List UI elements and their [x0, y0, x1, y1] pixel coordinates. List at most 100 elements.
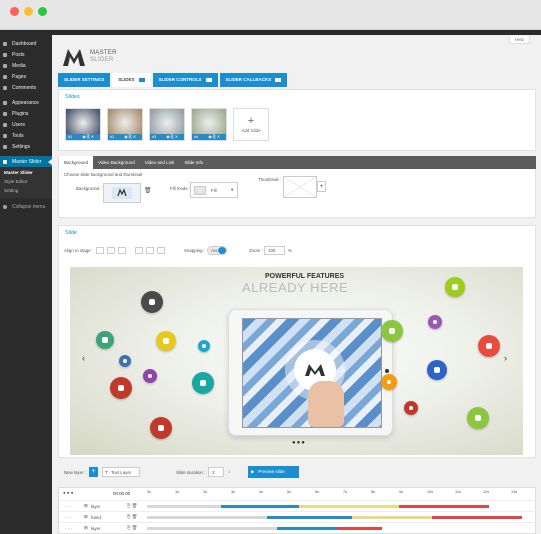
sidebar-item-appearance[interactable]: Appearance: [0, 97, 52, 108]
preview-slide-button[interactable]: ▶ Preview slide: [248, 466, 299, 478]
duration-input[interactable]: 3: [208, 467, 224, 477]
check-icon[interactable]: [110, 377, 132, 399]
drop-icon[interactable]: [192, 372, 214, 394]
layer-timing-bar[interactable]: [352, 516, 432, 519]
subtab-slide-info[interactable]: Slide Info: [179, 156, 208, 169]
slide-thumbnail[interactable]: #2 ◉ ⎘ ✕: [107, 108, 143, 141]
add-thumbnail-button[interactable]: +: [317, 181, 326, 192]
subtab-video-background[interactable]: Video Background: [93, 156, 140, 169]
search-icon[interactable]: [478, 335, 500, 357]
layer-visibility-icons[interactable]: ◦ ◦ ◦: [65, 504, 72, 509]
phone-icon[interactable]: [381, 374, 397, 390]
sidebar-item-plugins[interactable]: Plugins: [0, 108, 52, 119]
layer-timing-bar[interactable]: [399, 505, 489, 508]
thumbnail-picker[interactable]: [283, 176, 317, 198]
close-window-button[interactable]: [10, 7, 19, 16]
youtube-icon[interactable]: [150, 417, 172, 439]
slide-bullets[interactable]: ●●●: [292, 440, 306, 446]
timeline-layer-row[interactable]: ◦ ◦ ◦ ⊞ layer ⎘ 🗑: [59, 500, 537, 510]
timeline-layer-row[interactable]: ◦ ◦ ◦ ⊞ hand ⎘ 🗑: [59, 511, 537, 521]
align-right-button[interactable]: [118, 247, 126, 254]
plug-icon[interactable]: [119, 355, 131, 367]
slide-actions-icon[interactable]: ◉ ⎘ ✕: [123, 135, 136, 139]
layer-timing-bar[interactable]: [147, 516, 267, 519]
submenu-setting[interactable]: Setting: [0, 186, 52, 195]
tablet-screen: [242, 318, 382, 428]
list-icon[interactable]: [427, 360, 447, 380]
eye-icon[interactable]: [404, 401, 418, 415]
duration-stepper-icon[interactable]: ↕: [228, 469, 230, 474]
sidebar-item-comments[interactable]: Comments: [0, 82, 52, 93]
layer-timing-bar[interactable]: [432, 516, 522, 519]
align-center-button[interactable]: [107, 247, 115, 254]
slide-actions-icon[interactable]: ◉ ⎘ ✕: [207, 135, 220, 139]
grid-icon[interactable]: [428, 315, 442, 329]
minimize-window-button[interactable]: [24, 7, 33, 16]
slide-actions-icon[interactable]: ◉ ⎘ ✕: [165, 135, 178, 139]
slide-thumbnail[interactable]: #3 ◉ ⎘ ✕: [149, 108, 185, 141]
next-slide-arrow-icon[interactable]: ›: [504, 353, 507, 363]
palette-icon[interactable]: [467, 407, 489, 429]
layer-type-select[interactable]: T Text Layer: [102, 467, 140, 477]
background-image-picker[interactable]: [103, 183, 141, 203]
slide-thumbnail[interactable]: #4 ◉ ⎘ ✕: [191, 108, 227, 141]
sidebar-item-tools[interactable]: Tools: [0, 130, 52, 141]
rocket-icon[interactable]: [141, 291, 163, 313]
layer-type-icon: ⊞: [84, 525, 88, 530]
layer-visibility-icons[interactable]: ◦ ◦ ◦: [65, 526, 72, 531]
maximize-window-button[interactable]: [38, 7, 47, 16]
subtab-video-and-link[interactable]: Video and Link: [140, 156, 180, 169]
zoom-input[interactable]: 100: [264, 246, 285, 255]
tab-slider-settings[interactable]: SLIDER SETTINGS: [58, 73, 111, 87]
add-slide-button[interactable]: + Add Slide: [233, 108, 269, 141]
layer-timeline: ● ● ● 00:00.00 0s 1s 2s 3s 4s 5s 6s 7s 8s 9s 10s 11…: [58, 487, 537, 534]
layer-timing-bar[interactable]: [147, 527, 277, 530]
add-layer-button[interactable]: +: [89, 467, 98, 477]
timeline-layer-row[interactable]: ◦ ◦ ◦ ⊞ layer ⎘ 🗑: [59, 522, 537, 532]
sidebar-item-settings[interactable]: Settings: [0, 141, 52, 152]
layer-timing-bar[interactable]: [221, 505, 299, 508]
wrench-icon[interactable]: [445, 277, 465, 297]
sidebar-item-posts[interactable]: Posts: [0, 49, 52, 60]
tab-slides[interactable]: SLIDES: [112, 73, 151, 87]
submenu-master-slider[interactable]: Master Slider: [0, 168, 52, 177]
align-bottom-button[interactable]: [157, 247, 165, 254]
layer-actions-icon[interactable]: ⎘ 🗑: [127, 503, 137, 509]
music-icon[interactable]: [143, 369, 157, 383]
layer-timing-bar[interactable]: [277, 527, 337, 530]
sidebar-item-users[interactable]: Users: [0, 119, 52, 130]
align-left-button[interactable]: [96, 247, 104, 254]
sidebar-item-dashboard[interactable]: Dashboard: [0, 38, 52, 49]
slide-actions-icon[interactable]: ◉ ⎘ ✕: [81, 135, 94, 139]
fill-mode-select[interactable]: Fill ▾: [190, 182, 238, 198]
tab-slider-controls[interactable]: SLIDER CONTROLS: [152, 73, 218, 87]
align-middle-button[interactable]: [146, 247, 154, 254]
sidebar-item-pages[interactable]: Pages: [0, 71, 52, 82]
align-top-button[interactable]: [135, 247, 143, 254]
layer-timing-bar[interactable]: [267, 516, 352, 519]
tablet-layer[interactable]: [228, 309, 393, 436]
layer-visibility-icons[interactable]: ◦ ◦ ◦: [65, 515, 72, 520]
sidebar-item-media[interactable]: Media: [0, 60, 52, 71]
prev-slide-arrow-icon[interactable]: ‹: [82, 353, 85, 363]
submenu-style-editor[interactable]: Style Editor: [0, 177, 52, 186]
layer-timing-bar[interactable]: [299, 505, 399, 508]
delete-background-icon[interactable]: 🗑: [144, 187, 152, 194]
expand-icon[interactable]: [381, 320, 403, 342]
slide-thumbnail-bar: #1 ◉ ⎘ ✕: [66, 134, 100, 140]
snapping-toggle[interactable]: ON: [207, 246, 227, 255]
layer-actions-icon[interactable]: ⎘ 🗑: [127, 514, 137, 520]
layer-timing-bar[interactable]: [337, 527, 382, 530]
code-icon[interactable]: [198, 340, 210, 352]
subtab-background[interactable]: Background: [58, 156, 94, 169]
layer-actions-icon[interactable]: ⎘ 🗑: [127, 525, 137, 531]
gauge-icon[interactable]: [96, 331, 114, 349]
help-button[interactable]: Help: [508, 36, 530, 44]
sidebar-item-master-slider[interactable]: Master Slider: [0, 156, 52, 167]
slide-stage[interactable]: POWERFUL FEATURES ALREADY HERE ‹ › ●●●: [70, 267, 523, 455]
slide-thumbnail[interactable]: #1 ◉ ⎘ ✕: [65, 108, 101, 141]
collapse-menu-button[interactable]: Collapse menu: [0, 201, 52, 212]
layer-timing-bar[interactable]: [147, 505, 221, 508]
tab-slider-callbacks[interactable]: SLIDER CALLBACKS: [219, 73, 288, 87]
stack-icon[interactable]: [156, 331, 176, 351]
